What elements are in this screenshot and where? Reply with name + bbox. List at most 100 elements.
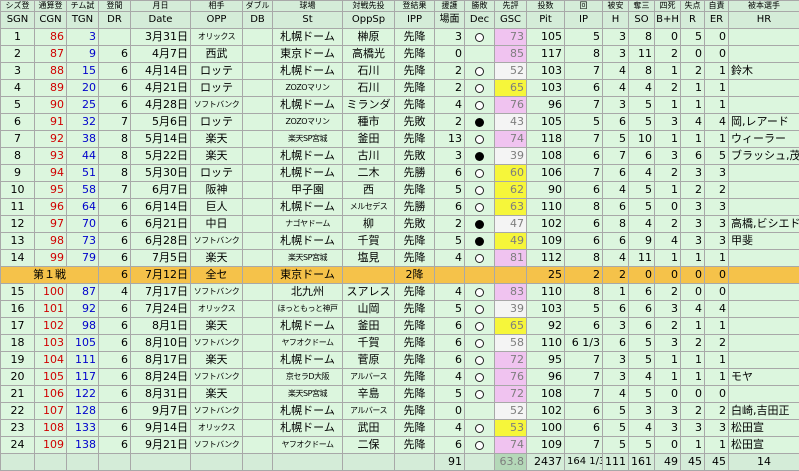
pitch-count: 109 xyxy=(527,233,565,250)
walks-hbp: 4 xyxy=(655,233,681,250)
total-walks-hbp: 49 xyxy=(655,454,681,471)
game-score: 53 xyxy=(495,420,527,437)
earned-runs: 3 xyxy=(705,216,729,233)
home-run-hitters xyxy=(729,352,799,369)
days-rest: 6 xyxy=(99,233,131,250)
stadium: ヤフオクドーム xyxy=(273,437,343,454)
empty-cell xyxy=(395,454,435,471)
column-header: 失点 xyxy=(681,1,705,12)
game-row: 2110612268月31日楽天楽天SP宮城辛島先降572108745000 xyxy=(1,386,799,403)
team-game-number: 138 xyxy=(67,437,99,454)
game-row: 161019267月24日オリックスほっともっと神戸山岡先降5391035663… xyxy=(1,301,799,318)
team-game-number: 122 xyxy=(67,386,99,403)
decision-cell xyxy=(465,233,495,250)
season-game-number: 7 xyxy=(1,131,35,148)
empty-cell xyxy=(35,454,67,471)
column-header: 場面 xyxy=(435,12,465,29)
innings-pitched: 8 xyxy=(565,250,603,267)
earned-runs: 1 xyxy=(705,250,729,267)
runs: 3 xyxy=(681,233,705,250)
home-run-hitters xyxy=(729,318,799,335)
walks-hbp: 0 xyxy=(655,199,681,216)
doubleheader xyxy=(243,182,273,199)
pitch-count: 109 xyxy=(527,437,565,454)
column-header: St xyxy=(273,12,343,29)
pitch-count: 25 xyxy=(527,267,565,284)
all-star-row: 第１戦67月12日全セ東京ドーム2降25220000 xyxy=(1,267,799,284)
loss-mark-icon xyxy=(475,33,484,42)
doubleheader xyxy=(243,352,273,369)
game-date: 7月24日 xyxy=(131,301,191,318)
loss-mark-icon xyxy=(475,339,484,348)
walks-hbp: 1 xyxy=(655,352,681,369)
home-run-hitters: ウィーラー xyxy=(729,131,799,148)
team-game-number: 98 xyxy=(67,318,99,335)
game-date: 6月21日 xyxy=(131,216,191,233)
game-score: 63 xyxy=(495,199,527,216)
team-game-number: 20 xyxy=(67,80,99,97)
career-game-number: 95 xyxy=(35,182,67,199)
run-support: 0 xyxy=(435,46,465,63)
column-header: TGN xyxy=(67,12,99,29)
decision-cell xyxy=(465,352,495,369)
pitch-count: 96 xyxy=(527,369,565,386)
home-run-hitters: 松田宣 xyxy=(729,420,799,437)
strikeouts: 6 xyxy=(629,318,655,335)
opponent: ロッテ xyxy=(191,165,243,182)
hits-allowed: 5 xyxy=(603,420,629,437)
opponent: ソフトバンク xyxy=(191,437,243,454)
innings-pitched: 7 xyxy=(565,437,603,454)
opposing-starter: 千賀 xyxy=(343,335,395,352)
doubleheader xyxy=(243,63,273,80)
innings-pitched: 5 xyxy=(565,29,603,46)
days-rest: 6 xyxy=(99,403,131,420)
column-header: 被安 xyxy=(603,1,629,12)
pitch-count: 106 xyxy=(527,165,565,182)
column-header: H xyxy=(603,12,629,29)
game-date: 8月10日 xyxy=(131,335,191,352)
game-date: 7月5日 xyxy=(131,250,191,267)
days-rest: 4 xyxy=(99,284,131,301)
game-score: 39 xyxy=(495,301,527,318)
season-game-number: 15 xyxy=(1,284,35,301)
career-game-number: 98 xyxy=(35,233,67,250)
strikeouts: 5 xyxy=(629,352,655,369)
column-header: 登結果 xyxy=(395,1,435,12)
game-row: 2210712869月7日ソフトバンク札幌ドームアルバース先降052102653… xyxy=(1,403,799,420)
game-row: 5902564月28日ソフトバンク札幌ドームミランダ先降47696735111 xyxy=(1,97,799,114)
all-star-label: 第１戦 xyxy=(1,267,99,284)
opponent: 中日 xyxy=(191,216,243,233)
game-row: 8934485月22日楽天札幌ドーム古川先敗339108676365ブラッシュ,… xyxy=(1,148,799,165)
team-game-number: 64 xyxy=(67,199,99,216)
doubleheader xyxy=(243,318,273,335)
walks-hbp: 2 xyxy=(655,46,681,63)
result: 先勝 xyxy=(395,199,435,216)
loss-mark-icon xyxy=(475,390,484,399)
column-header: IP xyxy=(565,12,603,29)
walks-hbp: 1 xyxy=(655,97,681,114)
opponent: オリックス xyxy=(191,29,243,46)
run-support: 6 xyxy=(435,352,465,369)
decision-cell xyxy=(465,284,495,301)
runs: 2 xyxy=(681,63,705,80)
season-game-number: 11 xyxy=(1,199,35,216)
hits-allowed: 4 xyxy=(603,182,629,199)
days-rest: 8 xyxy=(99,165,131,182)
home-run-hitters xyxy=(729,250,799,267)
doubleheader xyxy=(243,250,273,267)
career-game-number: 92 xyxy=(35,131,67,148)
runs: 1 xyxy=(681,437,705,454)
runs: 1 xyxy=(681,318,705,335)
hits-allowed: 6 xyxy=(603,335,629,352)
result: 先降 xyxy=(395,284,435,301)
walks-hbp: 2 xyxy=(655,165,681,182)
pitch-count: 108 xyxy=(527,386,565,403)
decision-cell xyxy=(465,148,495,165)
column-header: 奪三 xyxy=(629,1,655,12)
stadium: ZOZOマリン xyxy=(273,80,343,97)
days-rest: 6 xyxy=(99,352,131,369)
team-game-number: 105 xyxy=(67,335,99,352)
home-run-hitters xyxy=(729,165,799,182)
team-game-number: 70 xyxy=(67,216,99,233)
earned-runs: 0 xyxy=(705,267,729,284)
